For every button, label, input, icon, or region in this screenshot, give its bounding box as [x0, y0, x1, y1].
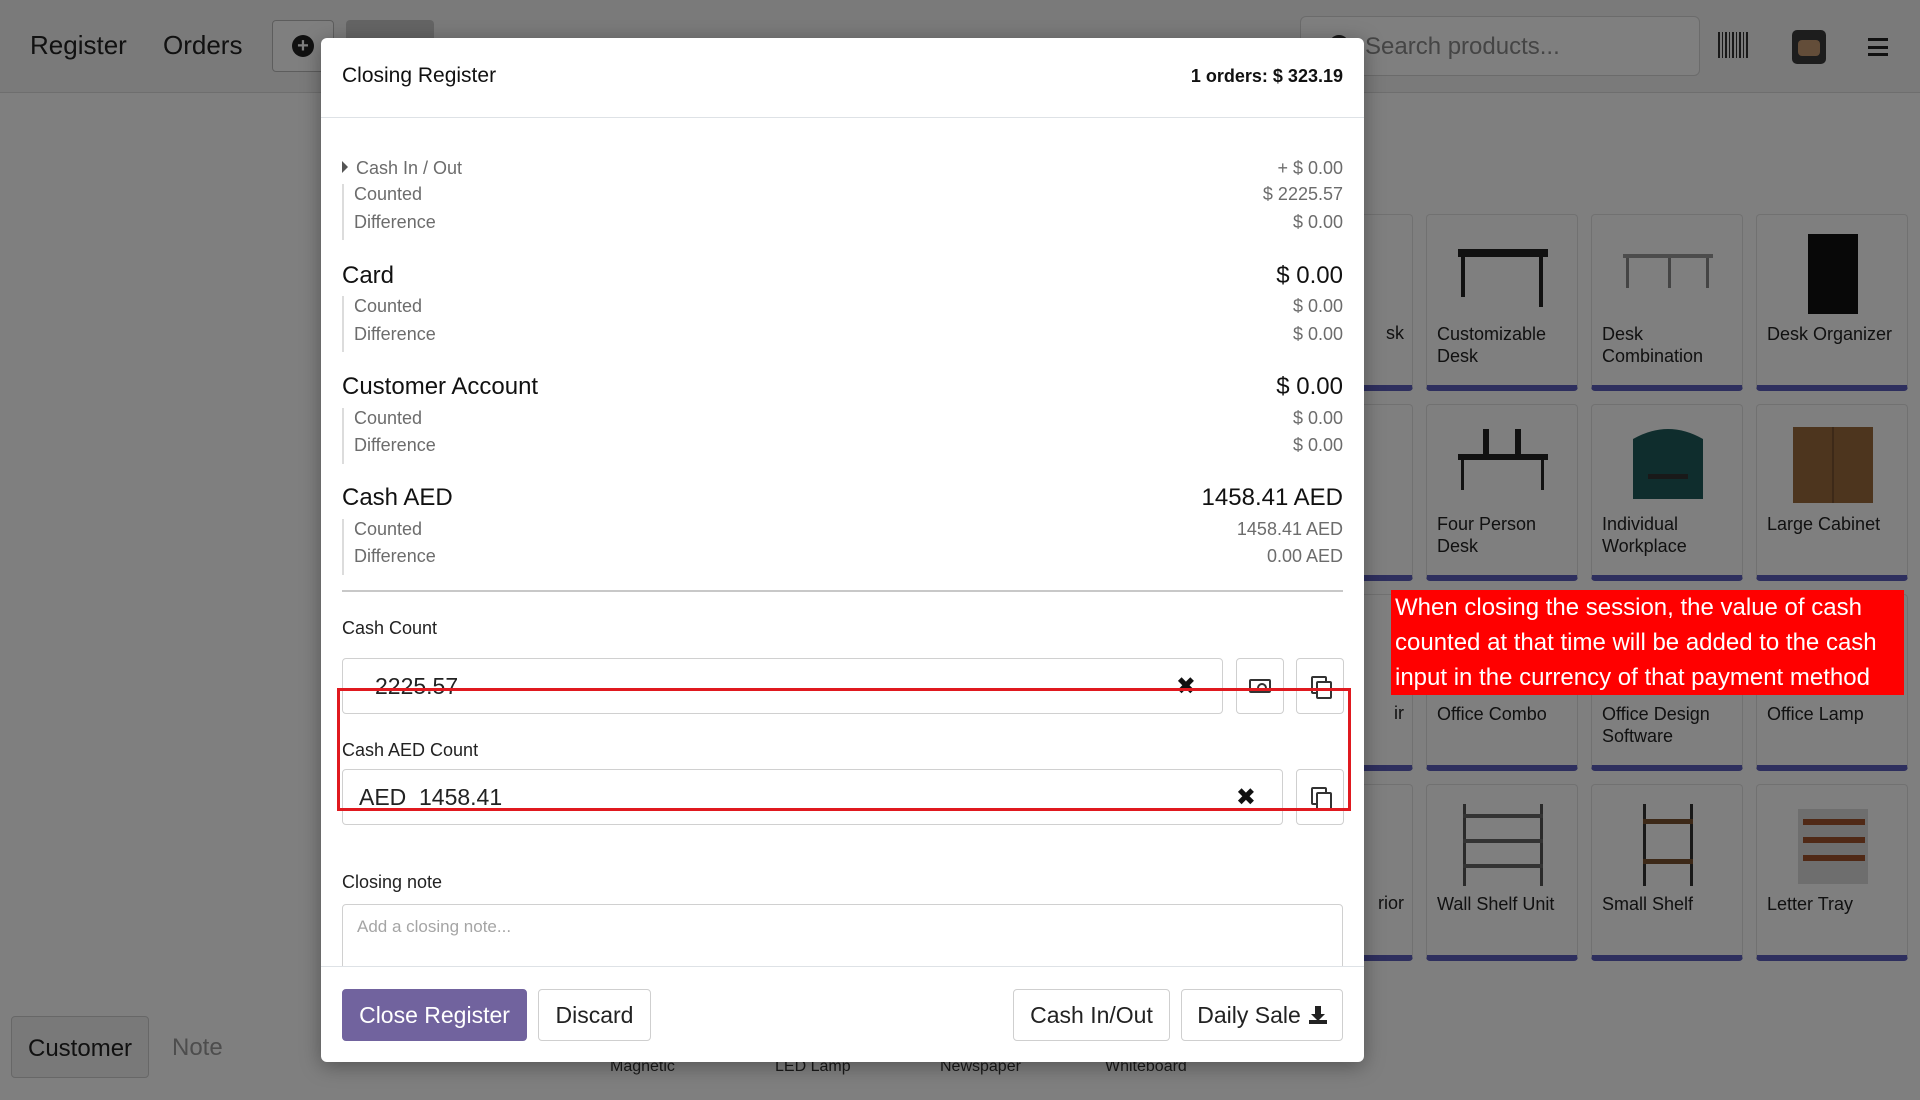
cash-counted-row: Counted $ 2225.57	[354, 184, 1343, 204]
discard-button[interactable]: Discard	[538, 989, 651, 1041]
cash-in-out-button[interactable]: Cash In/Out	[1013, 989, 1170, 1041]
cash-in-out-toggle[interactable]: Cash In / Out	[342, 158, 462, 179]
section-divider	[342, 590, 1343, 592]
cash-aed-counted-row: Counted 1458.41 AED	[354, 519, 1343, 539]
closing-register-dialog: Closing Register 1 orders: $ 323.19 Cash…	[321, 38, 1364, 1062]
closing-note-textarea[interactable]: Add a closing note...	[342, 904, 1343, 966]
cash-in-out-row[interactable]: Cash In / Out + $ 0.00	[342, 158, 1343, 180]
dialog-title: Closing Register	[342, 64, 497, 87]
cash-in-out-value: + $ 0.00	[1277, 158, 1343, 178]
annotation-callout: When closing the session, the value of c…	[1391, 590, 1904, 695]
caret-right-icon	[342, 161, 348, 173]
dialog-header: Closing Register 1 orders: $ 323.19	[321, 38, 1364, 118]
closing-note-label: Closing note	[342, 872, 443, 892]
cash-difference-row: Difference $ 0.00	[354, 212, 1343, 232]
customer-account-counted-row: Counted $ 0.00	[354, 408, 1343, 428]
download-icon	[1308, 1006, 1327, 1024]
payment-method-customer-account: Customer Account $ 0.00	[342, 373, 1343, 400]
payment-method-cash-aed: Cash AED 1458.41 AED	[342, 484, 1343, 511]
customer-account-difference-row: Difference $ 0.00	[354, 435, 1343, 455]
payment-method-card: Card $ 0.00	[342, 262, 1343, 289]
card-counted-row: Counted $ 0.00	[354, 296, 1343, 316]
orders-summary: 1 orders: $ 323.19	[1190, 66, 1343, 86]
card-difference-row: Difference $ 0.00	[354, 324, 1343, 344]
highlight-box	[337, 688, 1351, 811]
cash-aed-difference-row: Difference 0.00 AED	[354, 546, 1343, 566]
dialog-footer: Close Register Discard Cash In/Out Daily…	[321, 966, 1364, 1062]
daily-sale-button[interactable]: Daily Sale	[1181, 989, 1343, 1041]
close-register-button[interactable]: Close Register	[342, 989, 527, 1041]
cash-count-label: Cash Count	[342, 618, 438, 638]
dialog-body: Cash In / Out + $ 0.00 Counted $ 2225.57…	[321, 118, 1364, 966]
